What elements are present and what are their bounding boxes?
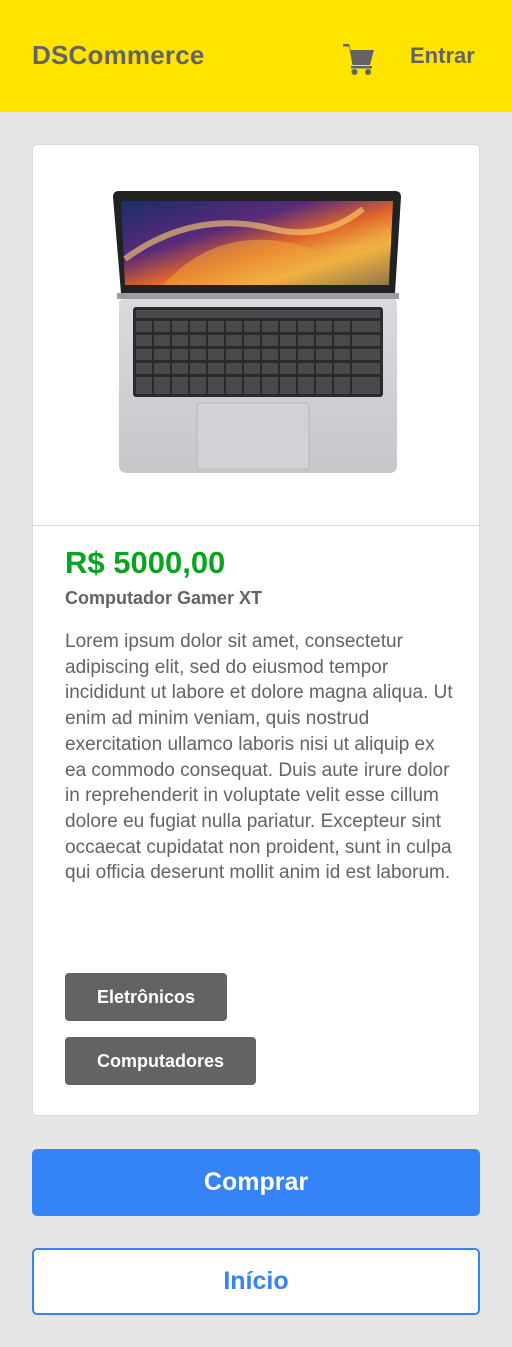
product-price: R$ 5000,00 <box>65 545 226 580</box>
brand-logo[interactable]: DSCommerce <box>32 40 205 71</box>
login-link[interactable]: Entrar <box>410 43 475 69</box>
category-tag: Eletrônicos <box>65 973 228 1021</box>
cart-icon[interactable] <box>342 42 376 76</box>
product-image-area <box>33 145 479 526</box>
product-card: R$ 5000,00 Computador Gamer XT Lorem ips… <box>32 144 480 1116</box>
home-button[interactable]: Início <box>32 1248 480 1315</box>
product-description: Lorem ipsum dolor sit amet, consectetur … <box>65 631 453 884</box>
product-name: Computador Gamer XT <box>65 588 263 608</box>
top-navbar: DSCommerce Entrar <box>0 0 512 112</box>
category-tag: Computadores <box>65 1037 257 1085</box>
laptop-image <box>113 191 401 473</box>
buy-button[interactable]: Comprar <box>32 1149 480 1216</box>
